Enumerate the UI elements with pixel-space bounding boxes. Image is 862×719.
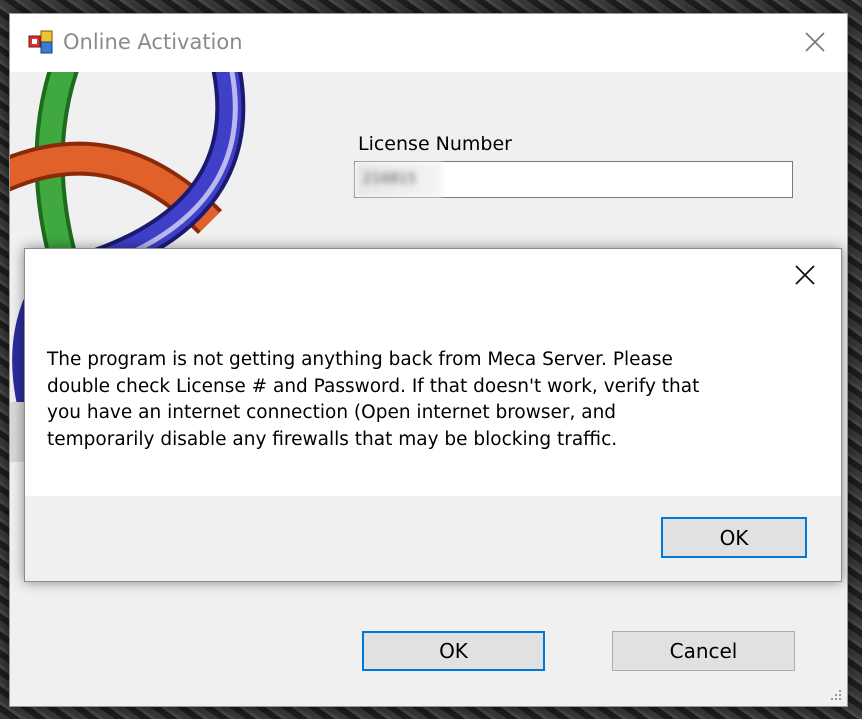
title-bar[interactable]: Online Activation [10, 14, 847, 72]
license-number-value: 216815 [355, 162, 443, 197]
window-close-button[interactable] [797, 24, 833, 60]
error-message-box: The program is not getting anything back… [24, 248, 842, 582]
ok-button[interactable]: OK [362, 631, 545, 671]
close-icon [795, 265, 815, 285]
message-ok-button[interactable]: OK [661, 517, 807, 558]
cancel-button[interactable]: Cancel [612, 631, 795, 671]
message-text: The program is not getting anything back… [47, 349, 700, 450]
app-icon [28, 30, 53, 54]
window-title: Online Activation [63, 30, 243, 54]
license-number-input[interactable]: 216815 [354, 161, 793, 198]
message-content-area: The program is not getting anything back… [25, 249, 841, 496]
resize-grip-icon[interactable] [829, 688, 843, 702]
close-icon [805, 32, 825, 52]
license-number-label: License Number [358, 133, 512, 155]
message-close-button[interactable] [787, 257, 823, 293]
